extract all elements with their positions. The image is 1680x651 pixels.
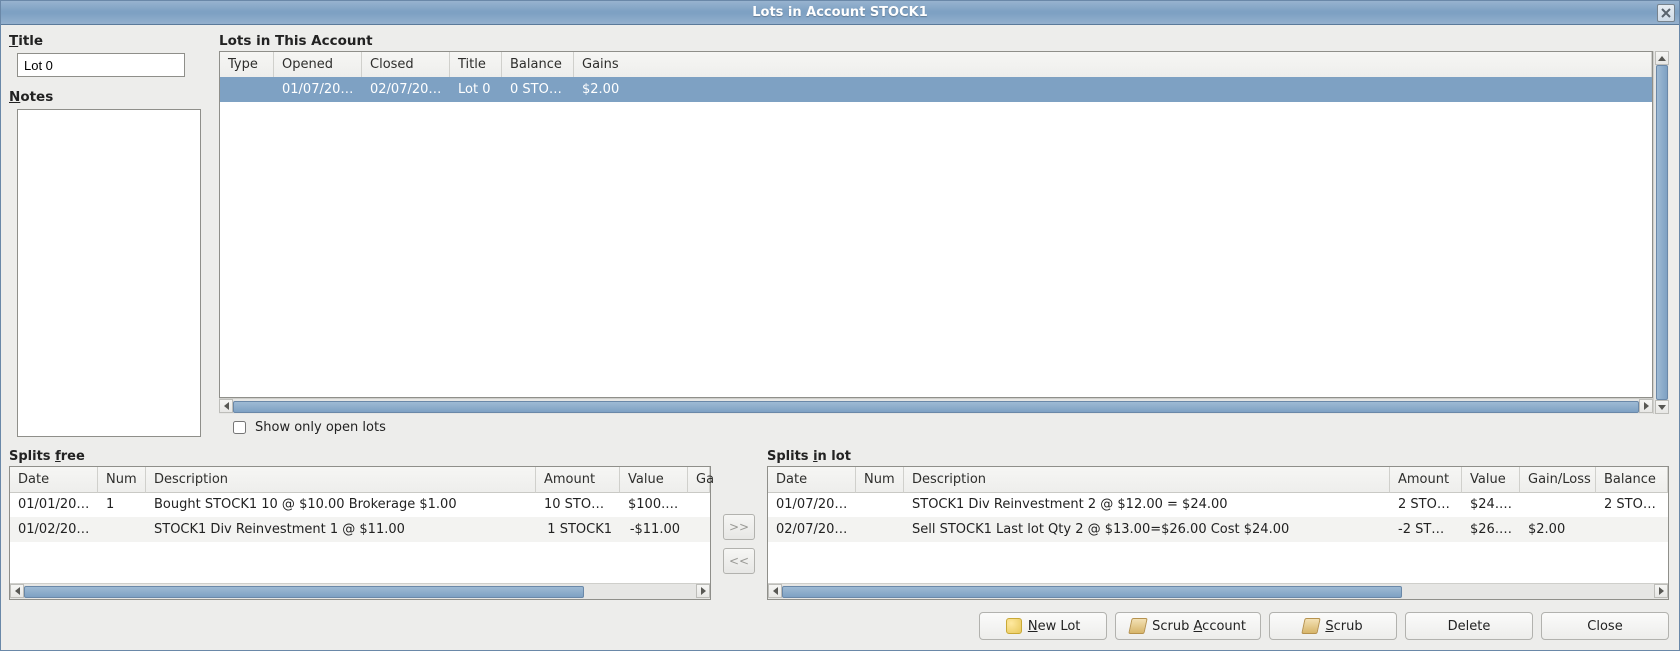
- titlebar[interactable]: Lots in Account STOCK1: [1, 1, 1679, 25]
- lots-col-title[interactable]: Title: [450, 52, 502, 78]
- inlot-col-amount[interactable]: Amount: [1390, 467, 1462, 493]
- free-col-gain[interactable]: Ga: [688, 467, 710, 493]
- inlot-col-value[interactable]: Value: [1462, 467, 1520, 493]
- lots-table[interactable]: Type Opened Closed Title Balance Gains 0…: [219, 51, 1653, 398]
- lots-col-closed[interactable]: Closed: [362, 52, 450, 78]
- lots-col-type[interactable]: Type: [220, 52, 274, 78]
- splits-free-row[interactable]: 01/02/2016 STOCK1 Div Reinvestment 1 @ $…: [10, 517, 710, 542]
- key-icon: [1006, 618, 1022, 634]
- splits-free-hscrollbar[interactable]: [10, 583, 710, 599]
- broom-icon: [1302, 618, 1321, 634]
- window-title: Lots in Account STOCK1: [752, 5, 928, 20]
- lots-row[interactable]: 01/07/2016 02/07/2016 Lot 0 0 STOCK1 $2.…: [220, 77, 1652, 102]
- window-close-button[interactable]: [1657, 4, 1675, 22]
- title-label: Title: [9, 33, 201, 49]
- inlot-col-balance[interactable]: Balance: [1596, 467, 1668, 493]
- splits-free-heading: Splits free: [9, 449, 711, 464]
- splits-in-lot-hscrollbar[interactable]: [768, 583, 1668, 599]
- splits-in-lot-heading: Splits in lot: [767, 449, 1669, 464]
- splits-in-lot-table[interactable]: Date Num Description Amount Value Gain/L…: [767, 466, 1669, 600]
- lots-col-balance[interactable]: Balance: [502, 52, 574, 78]
- delete-button[interactable]: Delete: [1405, 612, 1533, 640]
- move-to-lot-button[interactable]: >>: [723, 514, 755, 540]
- lots-heading: Lots in This Account: [219, 33, 1669, 49]
- title-input[interactable]: [17, 53, 185, 77]
- lots-col-opened[interactable]: Opened: [274, 52, 362, 78]
- scrub-button[interactable]: Scrub: [1269, 612, 1397, 640]
- inlot-col-desc[interactable]: Description: [904, 467, 1390, 493]
- close-icon: [1661, 8, 1671, 18]
- broom-icon: [1128, 618, 1147, 634]
- new-lot-button[interactable]: New Lot: [979, 612, 1107, 640]
- show-only-open-checkbox[interactable]: [233, 421, 246, 434]
- move-from-lot-button[interactable]: <<: [723, 548, 755, 574]
- inlot-col-num[interactable]: Num: [856, 467, 904, 493]
- close-button[interactable]: Close: [1541, 612, 1669, 640]
- free-col-date[interactable]: Date: [10, 467, 98, 493]
- inlot-col-gain[interactable]: Gain/Loss: [1520, 467, 1596, 493]
- free-col-value[interactable]: Value: [620, 467, 688, 493]
- splits-free-row[interactable]: 01/01/2016 1 Bought STOCK1 10 @ $10.00 B…: [10, 492, 710, 517]
- free-col-num[interactable]: Num: [98, 467, 146, 493]
- free-col-amount[interactable]: Amount: [536, 467, 620, 493]
- lots-vscrollbar[interactable]: [1653, 51, 1669, 414]
- scrub-account-button[interactable]: Scrub Account: [1115, 612, 1261, 640]
- free-col-desc[interactable]: Description: [146, 467, 536, 493]
- lots-hscrollbar[interactable]: [219, 398, 1653, 414]
- splits-in-lot-row[interactable]: 01/07/2016 STOCK1 Div Reinvestment 2 @ $…: [768, 492, 1668, 517]
- lots-col-gains[interactable]: Gains: [574, 52, 1652, 78]
- inlot-col-date[interactable]: Date: [768, 467, 856, 493]
- notes-label: Notes: [9, 89, 201, 105]
- splits-free-table[interactable]: Date Num Description Amount Value Ga 01/…: [9, 466, 711, 600]
- splits-in-lot-row[interactable]: 02/07/2016 Sell STOCK1 Last lot Qty 2 @ …: [768, 517, 1668, 542]
- notes-textarea[interactable]: [17, 109, 201, 437]
- show-only-open-label: Show only open lots: [255, 420, 386, 435]
- lots-window: Lots in Account STOCK1 Title Notes Lots …: [0, 0, 1680, 651]
